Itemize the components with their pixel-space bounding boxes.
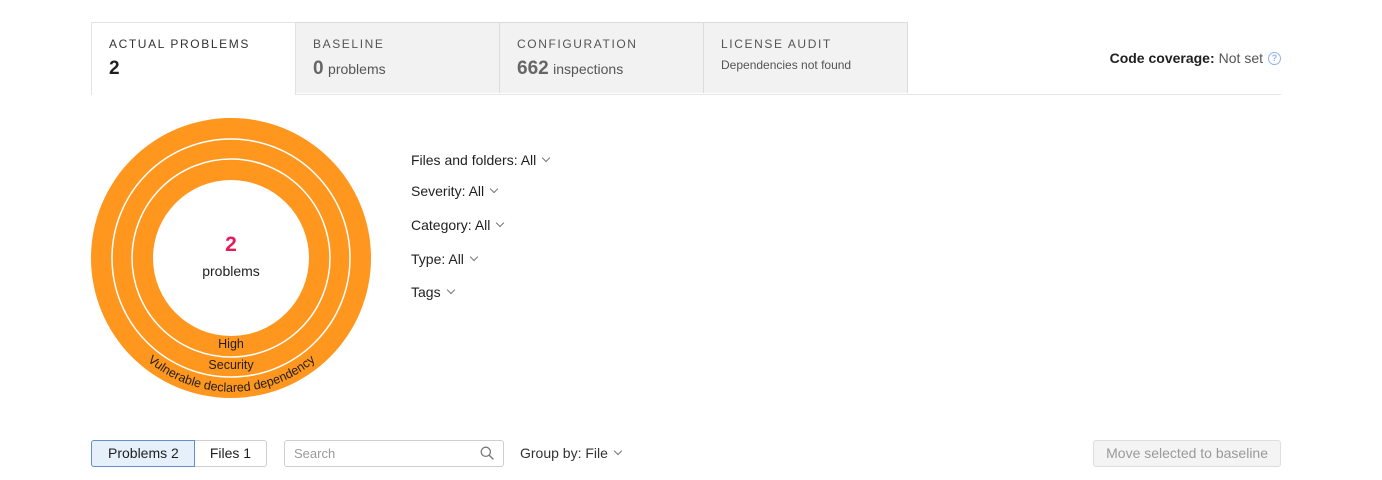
chevron-down-icon — [446, 285, 455, 295]
tab-title: CONFIGURATION — [517, 37, 638, 51]
filter-label: Tags — [411, 284, 441, 300]
donut-svg: 2 problems High Security Vulnerable decl… — [91, 118, 371, 398]
tab-subtitle: Dependencies not found — [721, 58, 852, 72]
ring-label-high: High — [218, 337, 244, 351]
view-toggle: Problems 2 Files 1 — [91, 440, 268, 467]
inspection-results-page: ACTUAL PROBLEMS 2 BASELINE 0 problems CO… — [0, 0, 1382, 480]
filter-label: Files and folders: All — [411, 152, 537, 168]
code-coverage-value: Not set — [1218, 50, 1263, 66]
problems-toggle-button[interactable]: Problems 2 — [91, 440, 195, 467]
tab-baseline[interactable]: BASELINE 0 problems — [295, 22, 500, 93]
tab-title: ACTUAL PROBLEMS — [109, 37, 250, 51]
tab-count: 2 — [109, 58, 120, 79]
donut-hole — [153, 180, 309, 336]
filter-tags[interactable]: Tags — [411, 284, 455, 300]
summary-tabs: ACTUAL PROBLEMS 2 BASELINE 0 problems CO… — [91, 22, 1281, 95]
code-coverage-label: Code coverage: — [1109, 50, 1215, 66]
tab-count: 662 — [517, 58, 549, 79]
group-by-label: Group by: File — [520, 445, 608, 461]
filter-type[interactable]: Type: All — [411, 251, 479, 267]
group-by-dropdown[interactable]: Group by: File — [520, 445, 623, 461]
search-input[interactable] — [285, 441, 474, 466]
tab-count: 0 — [313, 58, 324, 79]
filter-severity[interactable]: Severity: All — [411, 183, 499, 199]
tab-unit: problems — [328, 61, 386, 77]
filter-label: Type: All — [411, 251, 464, 267]
chevron-down-icon — [489, 184, 499, 194]
problem-count-label: problems — [202, 263, 260, 279]
chevron-down-icon — [469, 252, 479, 262]
problem-count: 2 — [225, 233, 237, 256]
tab-unit: inspections — [553, 61, 624, 77]
tab-configuration[interactable]: CONFIGURATION 662 inspections — [499, 22, 704, 93]
question-circle-icon[interactable]: ? — [1268, 51, 1281, 65]
filter-label: Severity: All — [411, 183, 485, 199]
ring-label-security: Security — [208, 358, 254, 372]
search-icon[interactable] — [480, 446, 494, 460]
tab-title: BASELINE — [313, 37, 385, 51]
problems-donut-chart[interactable]: 2 problems High Security Vulnerable decl… — [91, 118, 371, 398]
chevron-down-icon — [496, 218, 505, 228]
tab-actual-problems[interactable]: ACTUAL PROBLEMS 2 — [91, 22, 296, 95]
filter-label: Category: All — [411, 217, 491, 233]
move-to-baseline-button[interactable]: Move selected to baseline — [1093, 440, 1281, 467]
files-toggle-button[interactable]: Files 1 — [194, 440, 268, 467]
tab-title: LICENSE AUDIT — [721, 37, 832, 51]
chevron-down-icon — [542, 153, 551, 163]
tab-license-audit[interactable]: LICENSE AUDIT Dependencies not found — [703, 22, 908, 93]
filter-files-and-folders[interactable]: Files and folders: All — [411, 152, 551, 168]
filter-category[interactable]: Category: All — [411, 217, 505, 233]
search-box — [284, 440, 504, 467]
code-coverage: Code coverage: Not set ? — [1110, 50, 1281, 66]
chevron-down-icon — [613, 446, 623, 456]
